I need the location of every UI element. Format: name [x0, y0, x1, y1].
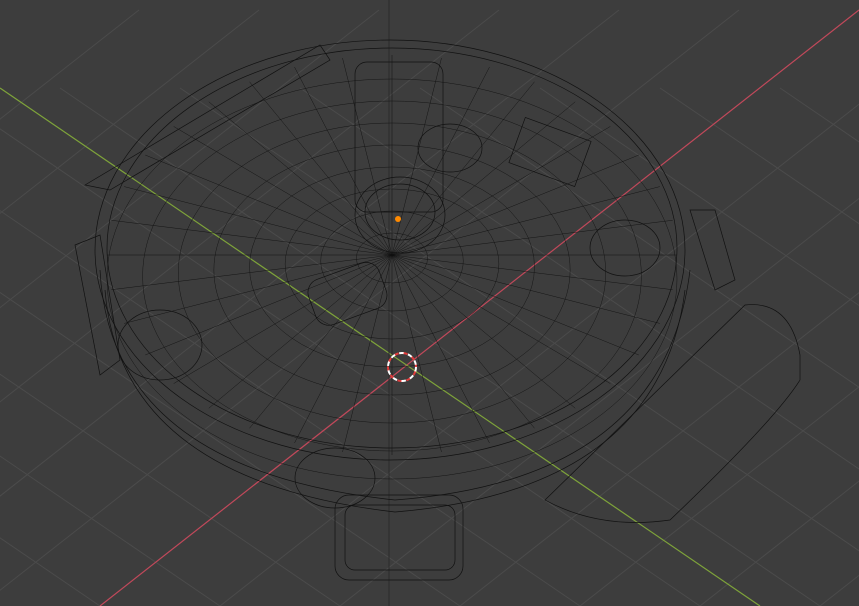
- shell-top-rim: [94, 39, 686, 461]
- mesh-spoke: [391, 154, 639, 256]
- grid-line: [299, 87, 859, 470]
- mesh-spoke: [249, 254, 393, 429]
- mesh-spoke: [342, 57, 393, 256]
- mesh-spoke: [173, 126, 393, 256]
- grid-line: [0, 9, 500, 403]
- grid-line: [0, 373, 341, 606]
- mesh-spoke: [124, 254, 393, 324]
- bottom-handle: [334, 494, 464, 581]
- grid-line: [0, 455, 221, 606]
- mesh-spoke: [391, 81, 535, 256]
- grid-line: [0, 291, 461, 606]
- grid-line: [0, 9, 140, 120]
- floor-grid: [0, 9, 859, 606]
- mesh-lines: [106, 55, 678, 480]
- mesh-spoke: [342, 254, 393, 453]
- grid-line: [699, 480, 859, 606]
- mesh-spoke: [208, 254, 393, 409]
- sensor-round-2: [589, 219, 661, 277]
- mesh-spoke: [208, 101, 393, 256]
- grid-line: [59, 87, 821, 606]
- mesh-spoke: [391, 254, 490, 444]
- x-axis-line: [99, 9, 859, 606]
- mesh-spoke: [391, 186, 660, 256]
- right-arm: [544, 304, 801, 523]
- grid-line: [0, 210, 581, 606]
- grid-line: [0, 537, 101, 606]
- grid-line: [659, 87, 859, 225]
- mesh-spoke: [391, 101, 576, 256]
- grid-line: [779, 87, 859, 143]
- top-cylinder-cap: [354, 176, 446, 254]
- right-bumper: [689, 209, 736, 291]
- left-bumper: [74, 234, 121, 376]
- top-cylinder: [354, 61, 444, 213]
- object-origin-dot: [395, 216, 401, 222]
- y-axis-line: [0, 87, 761, 606]
- mesh-spoke: [124, 186, 393, 256]
- grid-line: [539, 87, 859, 307]
- mesh-spoke: [249, 81, 393, 256]
- grid-line: [0, 9, 620, 497]
- sensor-round-1: [417, 123, 483, 173]
- mesh-spoke: [391, 254, 442, 453]
- grid-line: [0, 9, 260, 215]
- grid-line: [0, 128, 701, 606]
- mesh-spoke: [145, 254, 393, 356]
- mesh-spoke: [391, 254, 576, 409]
- mesh-spoke: [391, 254, 660, 324]
- bottom-handle-inner: [344, 504, 456, 571]
- 3d-viewport[interactable]: [0, 0, 859, 606]
- shell-bottom-edge: [99, 269, 691, 501]
- shell-bottom-edge-2: [104, 289, 686, 513]
- mesh-spoke: [391, 126, 611, 256]
